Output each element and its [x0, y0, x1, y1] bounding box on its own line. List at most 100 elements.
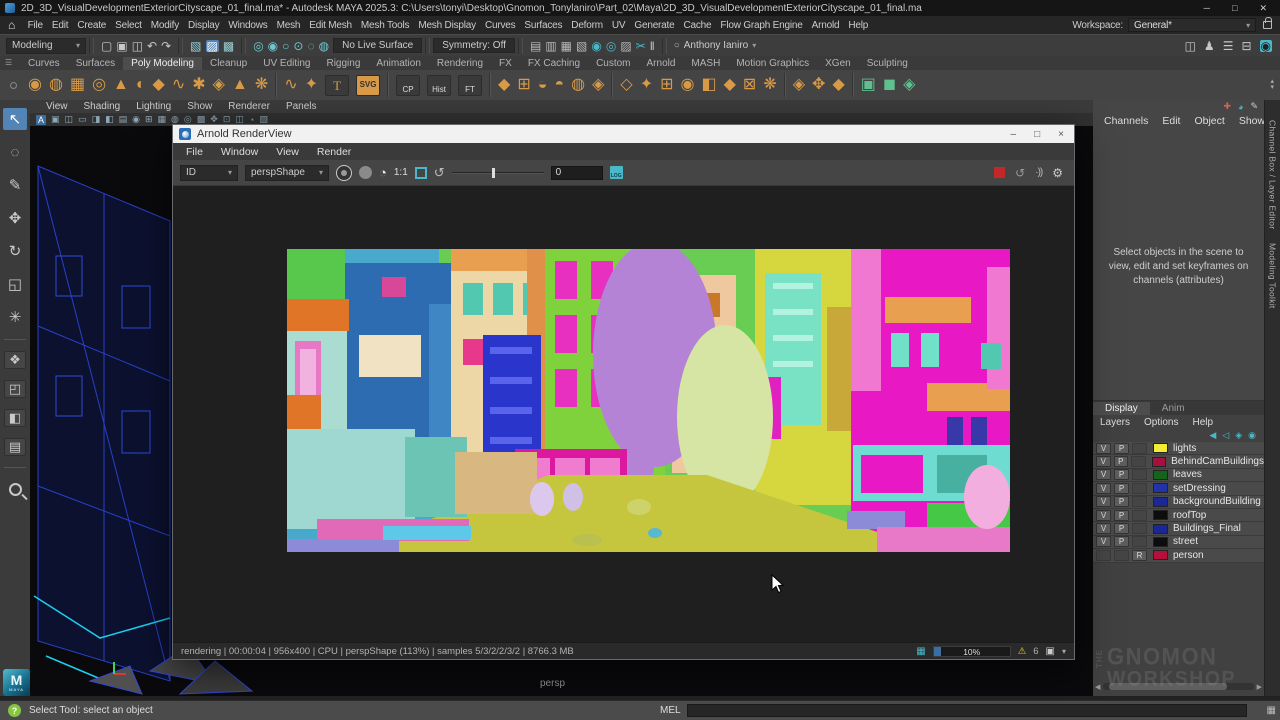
layer-list-scrollbar[interactable]: ◀ ▶	[1095, 682, 1262, 691]
shelf-tab-rendering[interactable]: Rendering	[429, 57, 491, 70]
shelf-tab-poly-modeling[interactable]: Poly Modeling	[123, 57, 202, 70]
hypershade-icon[interactable]: ▥	[545, 40, 556, 52]
layer-name[interactable]: street	[1173, 536, 1198, 547]
menu-select[interactable]: Select	[111, 20, 147, 31]
shelf-tab-fx-caching[interactable]: FX Caching	[520, 57, 588, 70]
lasso-select-tool[interactable]: ◌	[3, 141, 27, 163]
uv-snapshot-icon[interactable]: ◼	[883, 77, 896, 93]
menu-mesh[interactable]: Mesh	[272, 20, 305, 31]
layer-display-type-toggle[interactable]	[1132, 496, 1147, 507]
poly-soccer-icon[interactable]: ◈	[213, 77, 225, 93]
paint-select-tool[interactable]: ✎	[3, 174, 27, 196]
target-weld-icon[interactable]: ◧	[701, 77, 716, 93]
log-icon[interactable]: LOG	[610, 166, 623, 179]
scale-tool[interactable]: ◱	[3, 273, 27, 295]
viewport-toolbar-icon-9[interactable]: ▦	[158, 114, 167, 125]
poly-pyramid-icon[interactable]: ▲	[232, 77, 248, 93]
layer-playback-toggle[interactable]: P	[1114, 536, 1129, 547]
empty-layer-icon[interactable]: ◈	[1235, 430, 1242, 441]
move-tool[interactable]: ✥	[3, 207, 27, 229]
render-sequence-icon[interactable]: ▨	[620, 40, 631, 52]
pin-channel-icon[interactable]: ✚	[1223, 101, 1231, 112]
render-settings-icon[interactable]: ▤	[530, 40, 541, 52]
select-tool[interactable]: ↖	[3, 108, 27, 130]
save-scene-icon[interactable]: ◫	[132, 40, 143, 52]
layer-color-swatch[interactable]	[1153, 483, 1168, 493]
spin-down-icon[interactable]: ▾	[1270, 85, 1274, 91]
viewport-toolbar-icon-3[interactable]: ▭	[78, 114, 87, 125]
move-layer-up-icon[interactable]: ◀	[1209, 430, 1216, 441]
layer-visibility-toggle[interactable]: V	[1096, 483, 1111, 494]
user-account-dropdown[interactable]: ○ Anthony Ianiro ▾	[670, 40, 761, 51]
sidebar-tab-channel-box[interactable]: Channel Box / Layer Editor	[1268, 120, 1278, 229]
renderview-menu-view[interactable]: View	[267, 146, 308, 158]
character-controls-icon[interactable]: ♟	[1204, 40, 1215, 52]
pause-icon[interactable]: ‖	[650, 40, 655, 52]
layer-display-type-toggle[interactable]	[1132, 483, 1147, 494]
layer-menu-options[interactable]: Options	[1137, 417, 1185, 428]
shelf-tab-animation[interactable]: Animation	[368, 57, 428, 70]
layer-menu-layers[interactable]: Layers	[1093, 417, 1137, 428]
layer-color-swatch[interactable]	[1153, 524, 1168, 534]
signal-icon[interactable]: ·))	[1035, 167, 1042, 178]
mel-label[interactable]: MEL	[660, 705, 681, 716]
layer-display-type-toggle[interactable]	[1131, 456, 1146, 467]
menu-generate[interactable]: Generate	[630, 20, 679, 31]
poly-cylinder-icon[interactable]: ▦	[70, 77, 85, 93]
new-scene-icon[interactable]: ▢	[101, 40, 112, 52]
layer-visibility-toggle[interactable]: V	[1096, 496, 1111, 507]
layer-editor-tab-anim[interactable]: Anim	[1150, 402, 1197, 415]
viewport-toolbar-icon-1[interactable]: ▣	[51, 114, 60, 125]
layer-color-swatch[interactable]	[1153, 470, 1168, 480]
construction-plane-button[interactable]: CP	[396, 75, 420, 96]
universal-manipulator-tool[interactable]: ✳	[3, 306, 27, 328]
menu-mesh-display[interactable]: Mesh Display	[414, 20, 481, 31]
start-ipr-button[interactable]	[336, 165, 352, 181]
layer-row[interactable]: VPBuildings_Final	[1093, 522, 1264, 535]
bevel-icon[interactable]: ✦	[640, 77, 653, 93]
symmetry-field[interactable]: Symmetry: Off	[433, 38, 515, 53]
poly-platonic-icon[interactable]: ❋	[255, 77, 268, 93]
attribute-editor-icon[interactable]: ⊟	[1241, 40, 1251, 52]
speed-ramp-icon[interactable]: ◕	[1238, 102, 1243, 112]
boolean-union-icon[interactable]: ◒	[538, 77, 548, 93]
layer-visibility-toggle[interactable]	[1096, 550, 1111, 561]
extrude-icon[interactable]: ◇	[620, 77, 632, 93]
viewport-toolbar-icon-4[interactable]: ◨	[92, 114, 101, 125]
camera-dropdown[interactable]: perspShape ▾	[245, 165, 329, 181]
window-maximize-button[interactable]: □	[1232, 3, 1237, 14]
workspace-dropdown[interactable]: General* ▾	[1128, 18, 1256, 32]
tool-settings-icon[interactable]: ◉	[1260, 40, 1272, 52]
menu-curves[interactable]: Curves	[480, 20, 519, 31]
layer-playback-toggle[interactable]: P	[1114, 469, 1129, 480]
stop-render-button[interactable]	[994, 167, 1005, 178]
channel-box-menu-object[interactable]: Object	[1187, 115, 1231, 127]
layer-playback-toggle[interactable]	[1114, 550, 1129, 561]
renderview-close-button[interactable]: ×	[1058, 129, 1064, 140]
poly-gear-icon[interactable]: ✱	[192, 77, 205, 93]
layer-row[interactable]: VProofTop	[1093, 509, 1264, 522]
shelf-tab-surfaces[interactable]: Surfaces	[68, 57, 123, 70]
menu-modify[interactable]: Modify	[146, 20, 183, 31]
aov-dropdown[interactable]: ID ▾	[180, 165, 238, 181]
viewport-toolbar-icon-0[interactable]: A	[36, 115, 46, 125]
chevron-down-icon[interactable]: ▾	[1062, 647, 1066, 656]
separate-icon[interactable]: ⊞	[517, 77, 530, 93]
shelf-menu-icon[interactable]: ☰	[5, 58, 12, 67]
layer-name[interactable]: setDressing	[1173, 483, 1226, 494]
layer-name[interactable]: lights	[1173, 443, 1196, 454]
undo-icon[interactable]: ↶	[147, 40, 157, 52]
layer-color-swatch[interactable]	[1153, 443, 1168, 453]
menu-mesh-tools[interactable]: Mesh Tools	[356, 20, 413, 31]
frame-input[interactable]: 0	[551, 166, 603, 180]
renderview-titlebar[interactable]: Arnold RenderView – □ ×	[173, 125, 1074, 143]
smooth-icon[interactable]: ◈	[592, 77, 604, 93]
curve-star-icon[interactable]: ✦	[305, 77, 318, 93]
layer-row[interactable]: VPleaves	[1093, 469, 1264, 482]
renderview-menu-window[interactable]: Window	[212, 146, 267, 158]
shelf-tab-rigging[interactable]: Rigging	[318, 57, 368, 70]
mirror-icon[interactable]: ❋	[763, 77, 776, 93]
layer-visibility-toggle[interactable]: V	[1096, 510, 1111, 521]
renderview-settings-gear-icon[interactable]: ⚙	[1052, 166, 1063, 180]
shelf-tab-uv-editing[interactable]: UV Editing	[255, 57, 318, 70]
